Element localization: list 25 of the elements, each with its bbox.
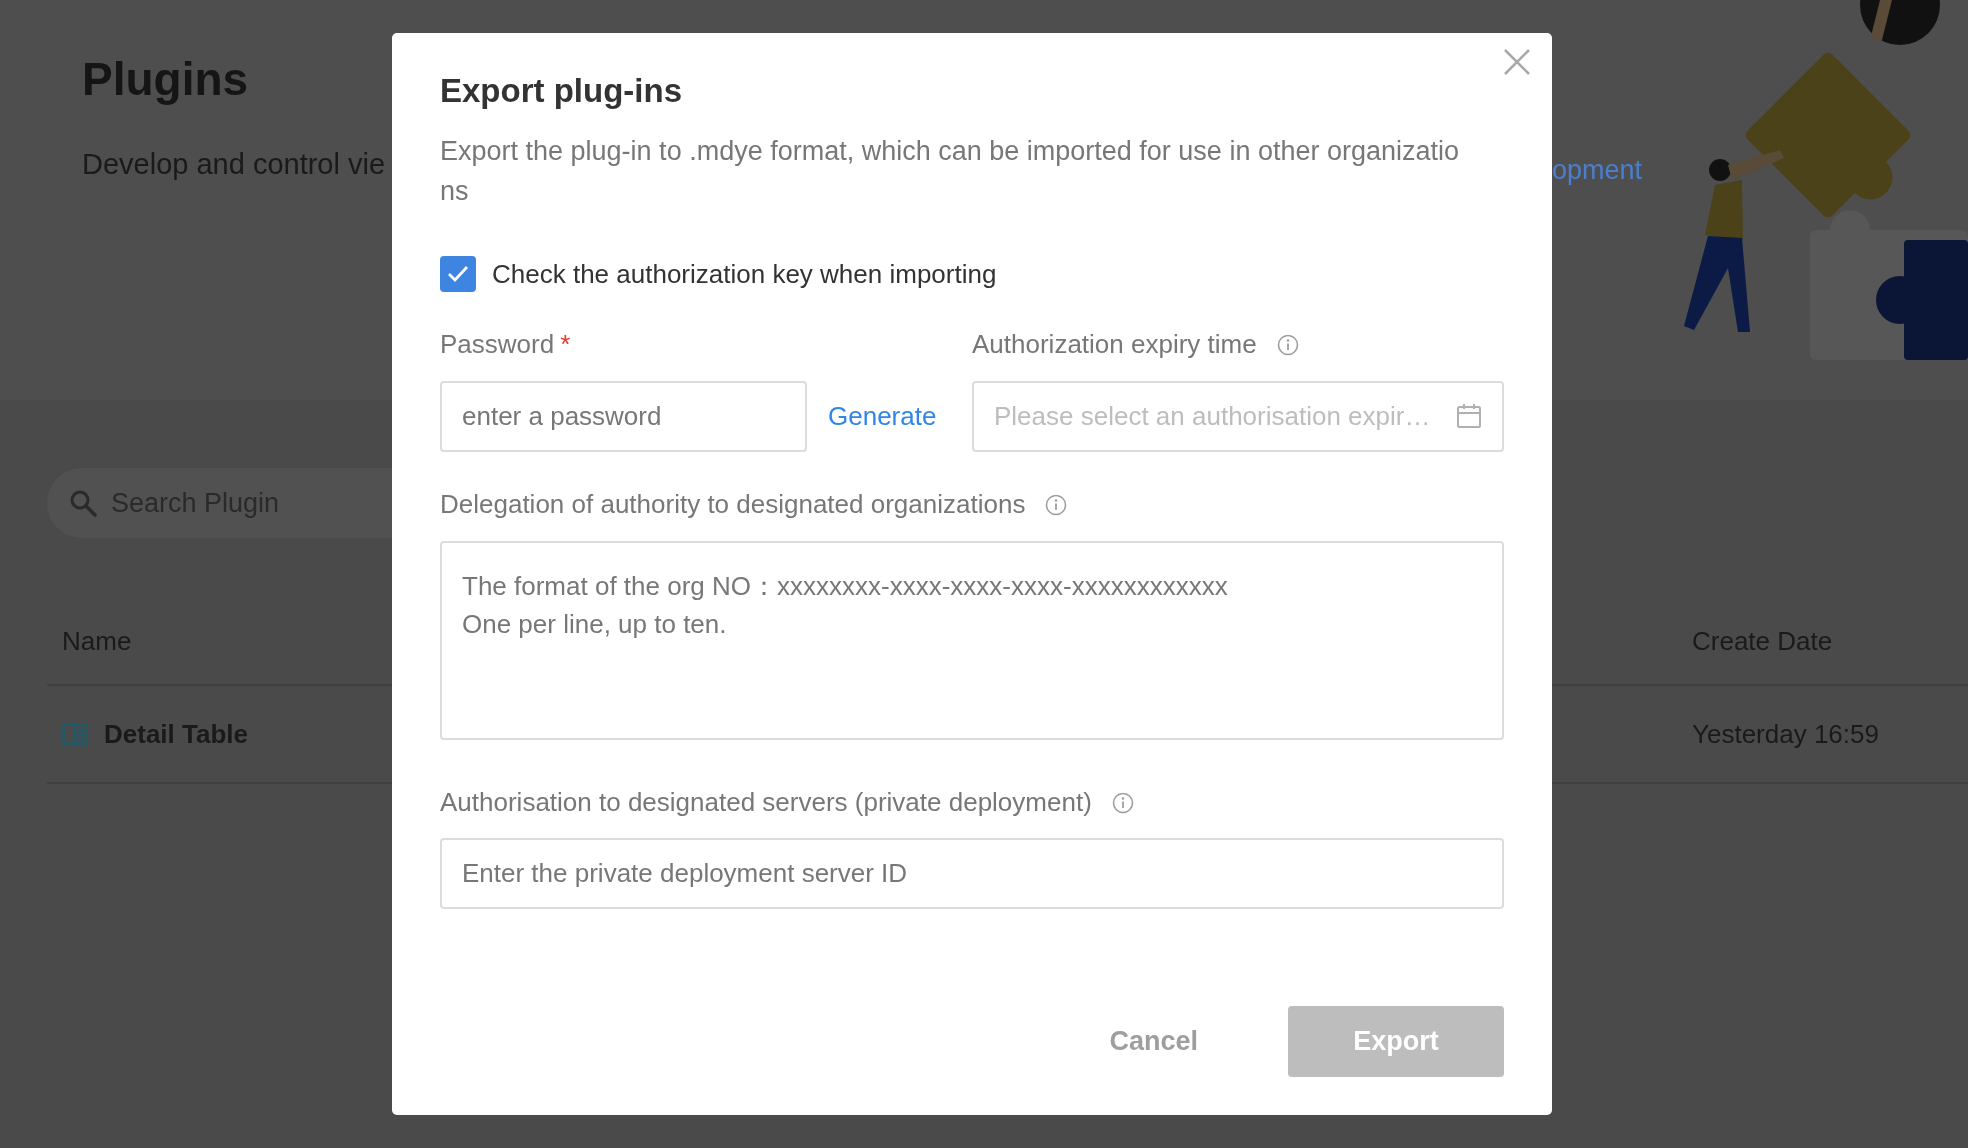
organizations-field[interactable]: The format of the org NO：xxxxxxxx-xxxx-xxxx-xxxx-xxxxxxxxxxxx One per line, up to ten. [440,540,1504,740]
info-icon[interactable] [1111,791,1134,814]
generate-link[interactable]: Generate [828,396,937,436]
field-label: Password [440,328,555,362]
search-icon [69,489,97,517]
password-field[interactable]: enter a password [440,380,807,452]
date-picker[interactable]: Please select an authorisation expir… [972,380,1504,452]
checkbox-label: Check the authorization key when importing [492,257,997,291]
info-icon[interactable] [1276,333,1299,356]
cancel-button[interactable]: Cancel [1089,1010,1218,1072]
calendar-icon [1456,403,1482,430]
server-id-field[interactable]: Enter the private deployment server ID [440,837,1504,909]
documentation-link[interactable]: opment [1552,150,1643,184]
dialog-title: Export plug-ins [440,71,683,111]
close-button[interactable] [1502,47,1532,77]
checkbox[interactable] [440,256,476,293]
close-icon [1502,47,1532,77]
dialog-description: Export the plug-in to .mdye format, which can be imported for use in other organizations [440,134,1461,208]
field-label: Authorisation to designated servers (private deployment) [440,786,1092,820]
page-title: Plugins [82,52,249,107]
required-mark: * [560,328,571,362]
check-icon [447,265,469,284]
field-label: Authorization expiry time [972,328,1257,362]
info-icon[interactable] [1045,493,1068,516]
table-icon [62,723,88,745]
